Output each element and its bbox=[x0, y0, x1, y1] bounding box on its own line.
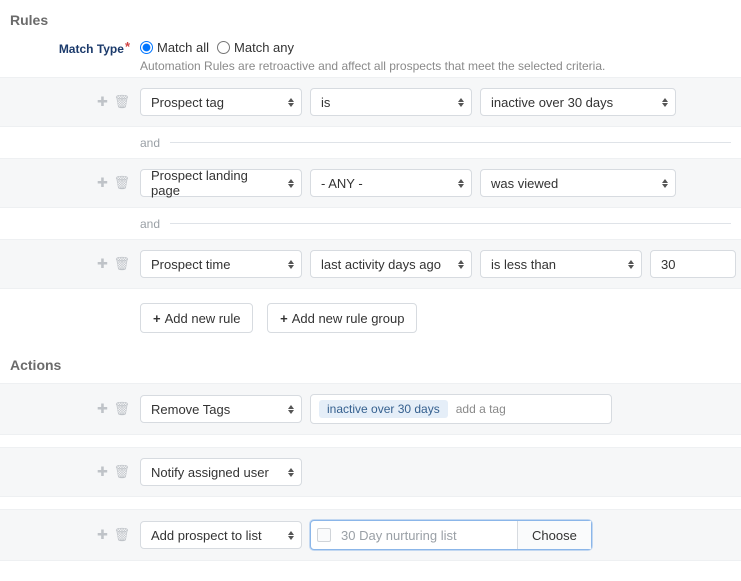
rule-value-select[interactable]: was viewed bbox=[480, 169, 676, 197]
chevron-updown-icon bbox=[287, 95, 295, 109]
match-type-row: Match Type* Match all Match any Automati… bbox=[0, 38, 741, 77]
rule-operator-select[interactable]: - ANY - bbox=[310, 169, 472, 197]
add-icon[interactable]: ✚ bbox=[97, 94, 108, 110]
delete-icon[interactable]: 🗑 bbox=[113, 175, 130, 191]
action-row: ✚ 🗑 Remove Tags inactive over 30 days ad… bbox=[0, 383, 741, 435]
delete-icon[interactable]: 🗑 bbox=[113, 527, 130, 543]
rule-field-select[interactable]: Prospect tag bbox=[140, 88, 302, 116]
rule-row: ✚ 🗑 Prospect landing page - ANY - was vi… bbox=[0, 158, 741, 208]
add-icon[interactable]: ✚ bbox=[97, 401, 108, 417]
chevron-updown-icon bbox=[627, 257, 635, 271]
choose-button[interactable]: Choose bbox=[517, 521, 591, 549]
chevron-updown-icon bbox=[457, 95, 465, 109]
tag-pill[interactable]: inactive over 30 days bbox=[319, 400, 448, 418]
required-asterisk: * bbox=[125, 39, 130, 54]
list-chooser[interactable]: Choose bbox=[310, 520, 592, 550]
rule-operator-select[interactable]: last activity days ago bbox=[310, 250, 472, 278]
add-icon[interactable]: ✚ bbox=[97, 464, 108, 480]
add-icon[interactable]: ✚ bbox=[97, 527, 108, 543]
rule-operator-select[interactable]: is bbox=[310, 88, 472, 116]
add-icon[interactable]: ✚ bbox=[97, 256, 108, 272]
chevron-updown-icon bbox=[287, 257, 295, 271]
and-joiner: . and bbox=[0, 208, 741, 239]
add-icon[interactable]: ✚ bbox=[97, 175, 108, 191]
chevron-updown-icon bbox=[457, 257, 465, 271]
rule-value-select[interactable]: is less than bbox=[480, 250, 642, 278]
rules-heading: Rules bbox=[10, 12, 741, 28]
add-new-rule-group-button[interactable]: +Add new rule group bbox=[267, 303, 417, 333]
radio-match-any[interactable]: Match any bbox=[217, 40, 294, 55]
chevron-updown-icon bbox=[661, 176, 669, 190]
delete-icon[interactable]: 🗑 bbox=[113, 94, 130, 110]
list-value-input[interactable] bbox=[337, 522, 517, 548]
match-help-text: Automation Rules are retroactive and aff… bbox=[140, 59, 731, 73]
rule-field-select[interactable]: Prospect landing page bbox=[140, 169, 302, 197]
delete-icon[interactable]: 🗑 bbox=[113, 401, 130, 417]
radio-match-all-label: Match all bbox=[157, 40, 209, 55]
delete-icon[interactable]: 🗑 bbox=[113, 464, 130, 480]
rule-row: ✚ 🗑 Prospect tag is inactive over 30 day… bbox=[0, 77, 741, 127]
rule-value-select[interactable]: inactive over 30 days bbox=[480, 88, 676, 116]
action-row: ✚ 🗑 Add prospect to list Choose bbox=[0, 509, 741, 561]
tag-placeholder: add a tag bbox=[456, 402, 506, 416]
action-type-select[interactable]: Add prospect to list bbox=[140, 521, 302, 549]
chevron-updown-icon bbox=[287, 528, 295, 542]
rule-row: ✚ 🗑 Prospect time last activity days ago… bbox=[0, 239, 741, 289]
add-new-rule-button[interactable]: +Add new rule bbox=[140, 303, 253, 333]
action-type-select[interactable]: Notify assigned user bbox=[140, 458, 302, 486]
radio-match-all-input[interactable] bbox=[140, 41, 153, 54]
tag-input[interactable]: inactive over 30 days add a tag bbox=[310, 394, 612, 424]
rule-field-select[interactable]: Prospect time bbox=[140, 250, 302, 278]
action-row: ✚ 🗑 Notify assigned user bbox=[0, 447, 741, 497]
match-type-label: Match Type bbox=[59, 42, 124, 56]
chevron-updown-icon bbox=[287, 465, 295, 479]
checkbox-icon[interactable] bbox=[317, 528, 331, 542]
radio-match-any-input[interactable] bbox=[217, 41, 230, 54]
action-type-select[interactable]: Remove Tags bbox=[140, 395, 302, 423]
and-label: and bbox=[140, 136, 160, 150]
chevron-updown-icon bbox=[287, 176, 295, 190]
chevron-updown-icon bbox=[661, 95, 669, 109]
actions-heading: Actions bbox=[10, 357, 741, 373]
and-joiner: . and bbox=[0, 127, 741, 158]
radio-match-all[interactable]: Match all bbox=[140, 40, 209, 55]
chevron-updown-icon bbox=[457, 176, 465, 190]
delete-icon[interactable]: 🗑 bbox=[113, 256, 130, 272]
radio-match-any-label: Match any bbox=[234, 40, 294, 55]
plus-icon: + bbox=[153, 311, 161, 326]
chevron-updown-icon bbox=[287, 402, 295, 416]
rule-value-input[interactable] bbox=[650, 250, 736, 278]
plus-icon: + bbox=[280, 311, 288, 326]
and-label: and bbox=[140, 217, 160, 231]
